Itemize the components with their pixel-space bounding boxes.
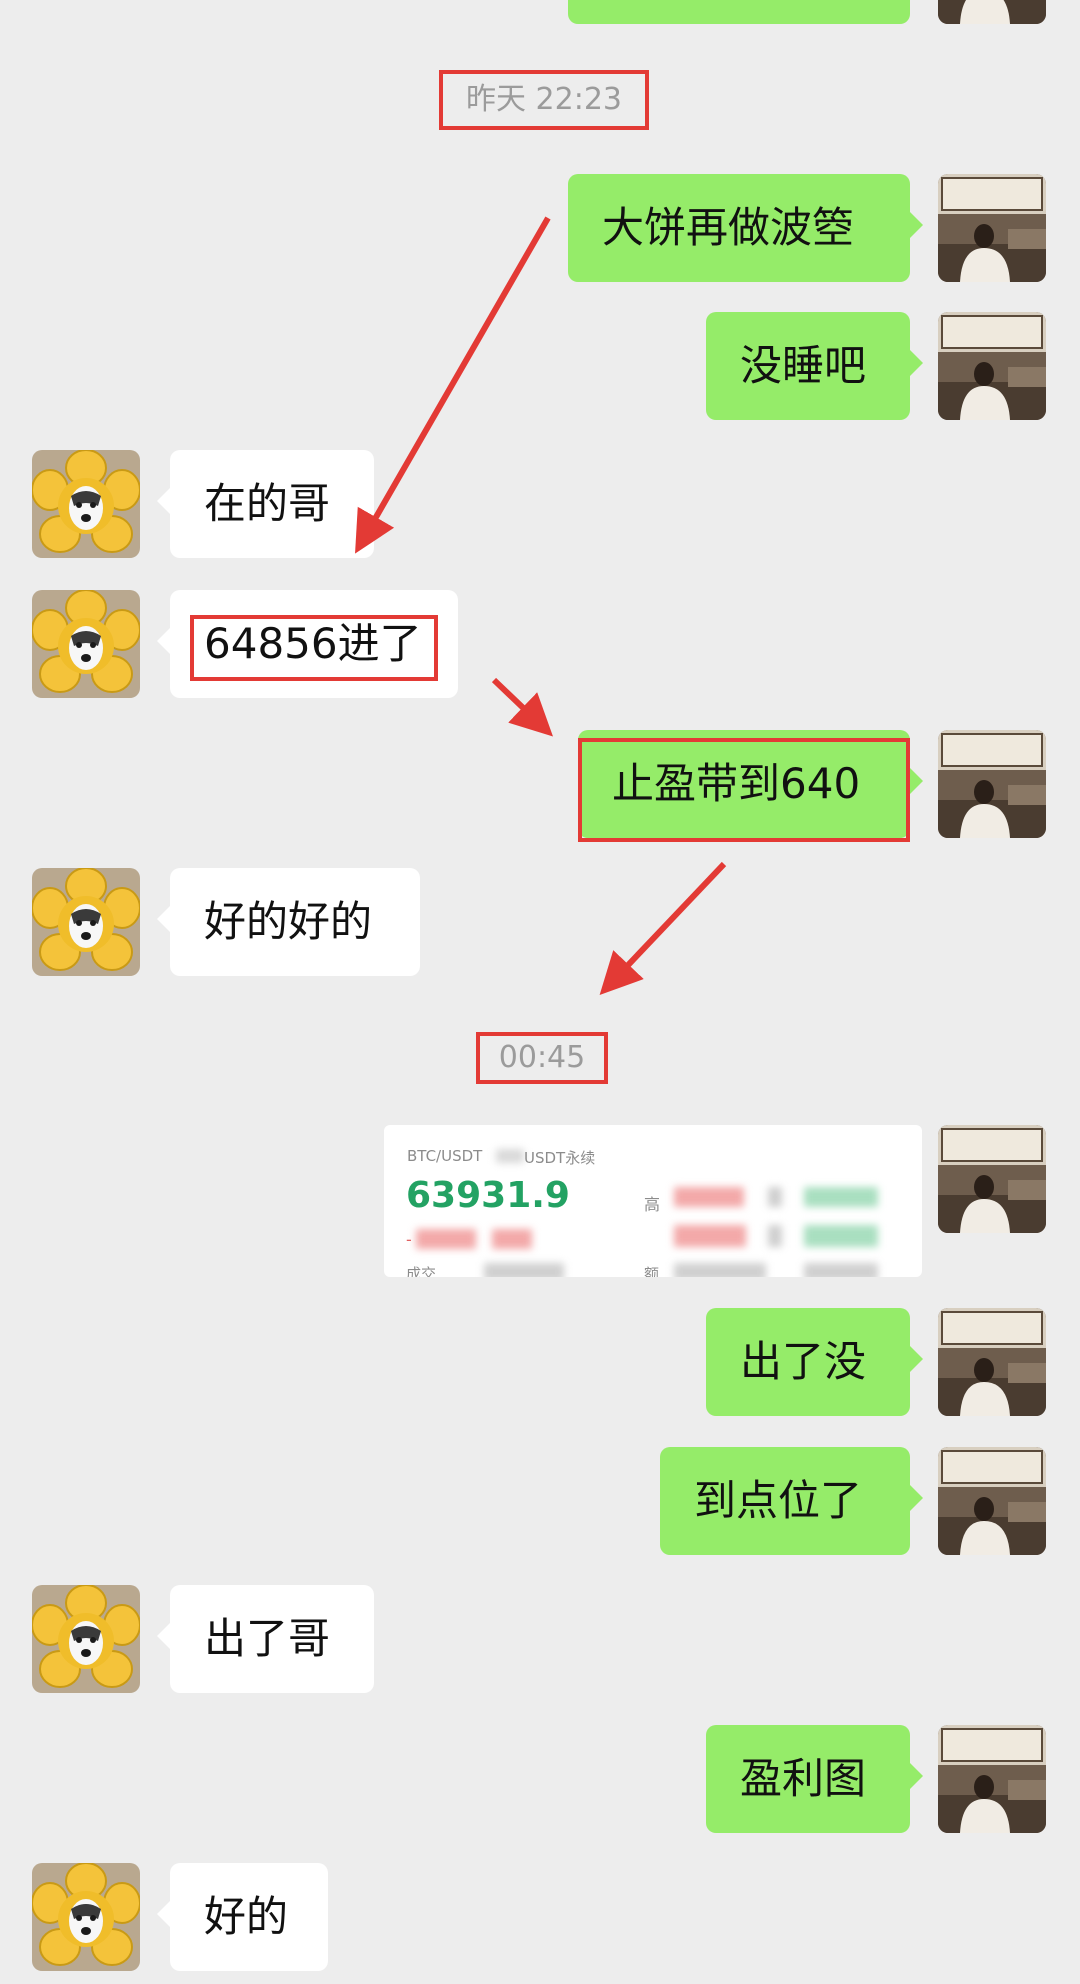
contact-avatar-image bbox=[32, 450, 140, 558]
self-avatar-image bbox=[938, 312, 1046, 420]
message-bubble-incoming[interactable]: 好的好的 bbox=[157, 868, 420, 976]
contact-avatar[interactable] bbox=[32, 450, 140, 558]
self-avatar-image bbox=[938, 1125, 1046, 1233]
arrow-3 bbox=[599, 861, 727, 996]
message-bubble-outgoing[interactable]: 盈利图 bbox=[706, 1725, 923, 1833]
message-bubble-outgoing[interactable]: 到点位了 bbox=[660, 1447, 923, 1555]
highlight-box bbox=[190, 615, 438, 681]
self-avatar[interactable] bbox=[938, 1125, 1046, 1233]
contact-avatar[interactable] bbox=[32, 1585, 140, 1693]
contact-avatar-image bbox=[32, 590, 140, 698]
message-bubble-outgoing[interactable]: 出了没 bbox=[706, 1308, 923, 1416]
contact-avatar[interactable] bbox=[32, 590, 140, 698]
self-avatar-image bbox=[938, 1725, 1046, 1833]
arrow-2 bbox=[491, 677, 554, 737]
message-bubble-incoming[interactable]: 出了哥 bbox=[157, 1585, 374, 1693]
message-bubble-outgoing[interactable]: 大饼再做波箜 bbox=[568, 174, 923, 282]
volume-label: 成交 bbox=[406, 1265, 437, 1277]
arrow-1 bbox=[355, 216, 551, 554]
self-avatar[interactable] bbox=[938, 1308, 1046, 1416]
message-bubble-outgoing-partial[interactable] bbox=[568, 0, 910, 24]
pair-label: BTC/USDT bbox=[407, 1147, 483, 1165]
timestamp: 昨天 22:23 bbox=[439, 70, 649, 130]
contact-avatar-image bbox=[32, 1585, 140, 1693]
self-avatar[interactable] bbox=[938, 0, 1046, 24]
change-prefix: - bbox=[406, 1230, 412, 1249]
timestamp: 00:45 bbox=[476, 1032, 608, 1084]
up-arrow-icon: ↗ bbox=[554, 1191, 568, 1210]
self-avatar[interactable] bbox=[938, 1725, 1046, 1833]
contract-label: USDT永续 bbox=[524, 1149, 596, 1167]
contact-avatar[interactable] bbox=[32, 1863, 140, 1971]
highlight-box bbox=[578, 738, 910, 842]
message-bubble-incoming[interactable]: 在的哥 bbox=[157, 450, 374, 558]
self-avatar-image bbox=[938, 1308, 1046, 1416]
message-bubble-incoming[interactable]: 好的 bbox=[157, 1863, 328, 1971]
self-avatar[interactable] bbox=[938, 312, 1046, 420]
volume-label-b: 额 bbox=[644, 1265, 660, 1277]
contact-avatar[interactable] bbox=[32, 868, 140, 976]
self-avatar[interactable] bbox=[938, 1447, 1046, 1555]
contact-avatar-image bbox=[32, 1863, 140, 1971]
self-avatar-image bbox=[938, 730, 1046, 838]
price-value: 63931.9 bbox=[406, 1175, 570, 1216]
high-label: 高 bbox=[644, 1195, 661, 1214]
annotation-arrows bbox=[355, 216, 727, 996]
self-avatar-image bbox=[938, 0, 1046, 24]
contact-avatar-image bbox=[32, 868, 140, 976]
message-bubble-outgoing[interactable]: 没睡吧 bbox=[706, 312, 923, 420]
self-avatar[interactable] bbox=[938, 174, 1046, 282]
self-avatar-image bbox=[938, 1447, 1046, 1555]
ticker-screenshot-card[interactable]: BTC/USDT USDT永续 63931.9 ↗ 高 - 成交 额 bbox=[384, 1125, 922, 1277]
self-avatar[interactable] bbox=[938, 730, 1046, 838]
self-avatar-image bbox=[938, 174, 1046, 282]
